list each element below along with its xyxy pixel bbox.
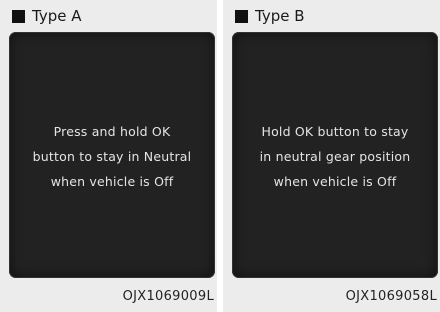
type-label: Type B [255,6,305,25]
message-line: in neutral gear position [259,148,411,164]
square-bullet-icon [12,9,25,23]
panel-header: Type A [12,5,81,27]
square-bullet-icon [235,9,248,23]
display-message: Hold OK button to stay in neutral gear p… [260,119,411,194]
message-line: Hold OK button to stay [261,123,409,139]
panel-type-b: Type B Hold OK button to stay in neutral… [223,0,440,312]
message-line: when vehicle is Off [50,173,174,189]
message-line: Press and hold OK [53,123,171,139]
display-message: Press and hold OK button to stay in Neut… [33,119,192,194]
type-label: Type A [32,6,82,25]
cluster-display: Hold OK button to stay in neutral gear p… [232,32,438,278]
image-code: OJX1069009L [122,289,214,304]
panel-header: Type B [235,5,305,27]
cluster-display: Press and hold OK button to stay in Neut… [9,32,215,278]
message-line: when vehicle is Off [273,173,397,189]
panel-type-a: Type A Press and hold OK button to stay … [0,0,217,312]
image-code: OJX1069058L [345,289,437,304]
message-line: button to stay in Neutral [32,148,192,164]
